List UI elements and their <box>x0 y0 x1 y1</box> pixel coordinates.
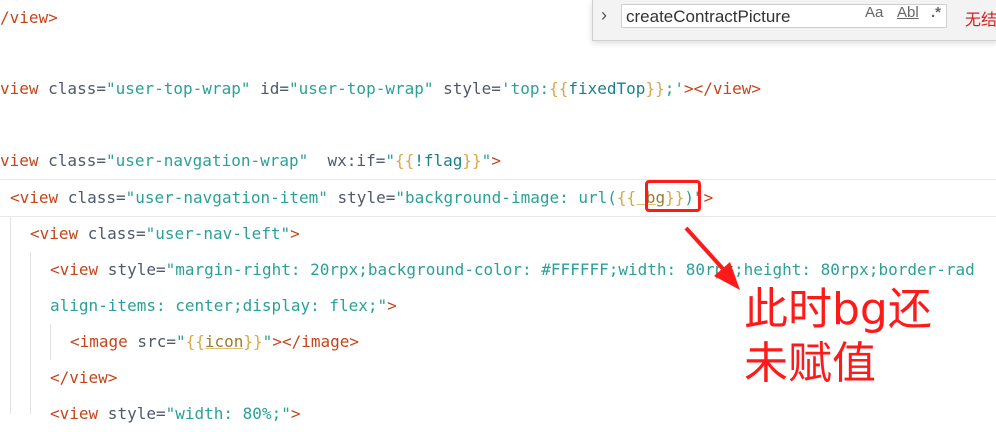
annotation-line-2: 未赋值 <box>744 338 876 389</box>
annotation-text: 此时bg还 未赋值 <box>744 283 932 391</box>
annotation-line-1: 此时bg还 <box>744 284 932 335</box>
